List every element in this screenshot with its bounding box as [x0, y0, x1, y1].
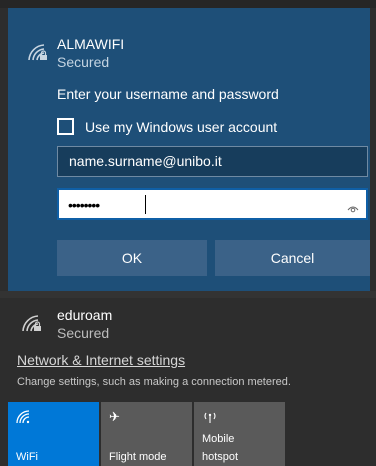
- text-caret: [145, 195, 146, 214]
- network-settings-link[interactable]: Network & Internet settings: [17, 352, 185, 368]
- credentials-prompt: Enter your username and password: [57, 86, 279, 102]
- cancel-button[interactable]: Cancel: [215, 240, 370, 276]
- reveal-password-icon[interactable]: [347, 200, 359, 213]
- wifi-toggle-tile[interactable]: WiFi: [8, 402, 99, 466]
- network-settings-description: Change settings, such as making a connec…: [17, 376, 291, 388]
- wifi-secured-icon: [27, 43, 49, 61]
- network-ssid: ALMAWIFI: [57, 36, 125, 52]
- section-divider: [0, 291, 376, 298]
- network-status: Secured: [57, 54, 110, 70]
- network-status: Secured: [57, 325, 110, 341]
- tile-label: WiFi: [16, 451, 38, 463]
- flyout-top-edge: [0, 0, 376, 8]
- mobile-hotspot-icon: [202, 410, 218, 424]
- flight-mode-toggle-tile[interactable]: ✈ Flight mode: [101, 402, 192, 466]
- network-ssid: eduroam: [57, 307, 113, 323]
- use-windows-account-checkbox[interactable]: [57, 118, 74, 135]
- username-field[interactable]: name.surname@unibo.it: [57, 146, 368, 177]
- airplane-icon: ✈: [109, 410, 120, 425]
- use-windows-account-label[interactable]: Use my Windows user account: [85, 119, 277, 135]
- wifi-secured-icon: [21, 314, 43, 332]
- wifi-icon: [16, 410, 32, 424]
- network-item-almawifi[interactable]: ALMAWIFI Secured Enter your username and…: [8, 8, 370, 291]
- mobile-hotspot-toggle-tile[interactable]: Mobile hotspot: [194, 402, 285, 466]
- tile-label: Flight mode: [109, 451, 167, 463]
- tile-label-line2: hotspot: [202, 451, 239, 463]
- network-item-eduroam[interactable]: eduroam Secured: [0, 298, 376, 344]
- password-field[interactable]: ••••••••: [57, 188, 368, 220]
- password-mask: ••••••••: [68, 197, 100, 213]
- ok-button[interactable]: OK: [57, 240, 207, 276]
- tile-label-line1: Mobile: [202, 433, 235, 445]
